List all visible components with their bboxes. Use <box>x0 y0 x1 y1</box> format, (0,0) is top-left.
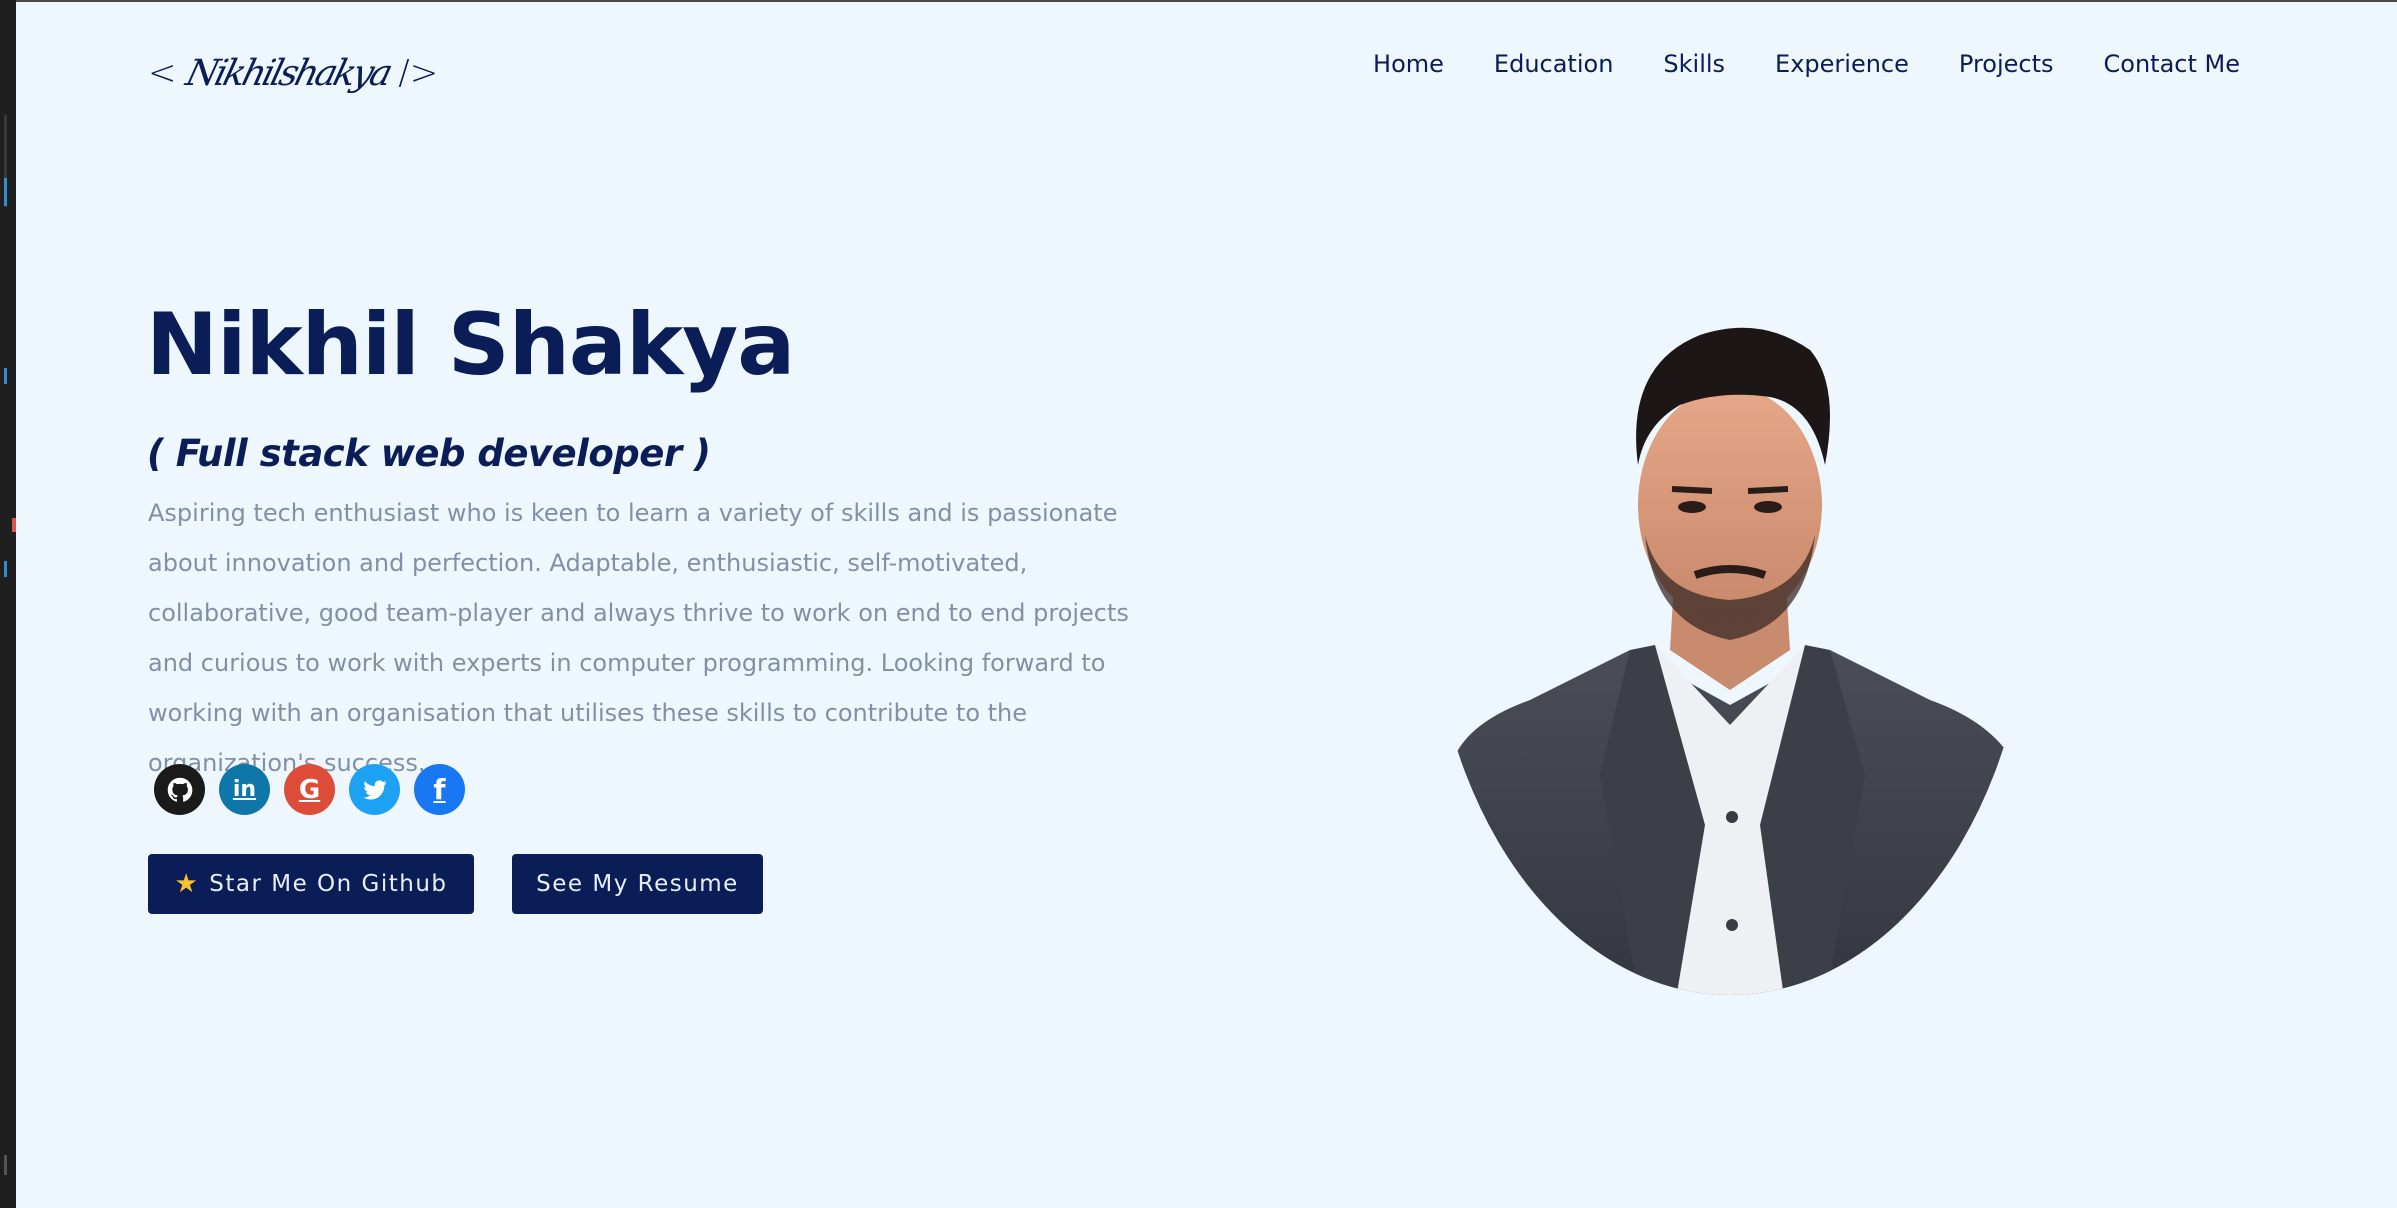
profile-photo <box>1440 327 2020 995</box>
nav-experience[interactable]: Experience <box>1775 50 1909 78</box>
logo-open-bracket: < <box>148 53 177 93</box>
nav-home[interactable]: Home <box>1373 50 1444 78</box>
hero-name: Nikhil Shakya <box>146 295 795 395</box>
star-github-label: Star Me On Github <box>209 871 448 897</box>
top-border <box>16 0 2397 2</box>
github-icon[interactable] <box>154 764 205 815</box>
facebook-icon[interactable]: f <box>414 764 465 815</box>
star-github-button[interactable]: ★ Star Me On Github <box>148 854 474 914</box>
nav-skills[interactable]: Skills <box>1663 50 1725 78</box>
google-glyph: G <box>298 774 321 805</box>
logo-signature: Nikhilshakya <box>181 52 394 94</box>
twitter-icon[interactable] <box>349 764 400 815</box>
facebook-glyph: f <box>433 773 446 806</box>
window-edge-strip <box>0 0 16 1208</box>
linkedin-glyph: in <box>232 777 257 802</box>
star-icon: ★ <box>174 869 200 899</box>
social-links: in G f <box>154 764 465 815</box>
main-nav: Home Education Skills Experience Project… <box>1373 50 2240 78</box>
google-icon[interactable]: G <box>284 764 335 815</box>
nav-contact-me[interactable]: Contact Me <box>2104 50 2240 78</box>
see-resume-button[interactable]: See My Resume <box>512 854 763 914</box>
nav-education[interactable]: Education <box>1494 50 1613 78</box>
nav-projects[interactable]: Projects <box>1959 50 2054 78</box>
logo-close-bracket: /> <box>398 53 439 93</box>
hero-role: ( Full stack web developer ) <box>147 432 711 475</box>
logo-link[interactable]: < Nikhilshakya /> <box>148 38 438 108</box>
hero-description: Aspiring tech enthusiast who is keen to … <box>148 499 1129 777</box>
linkedin-icon[interactable]: in <box>219 764 270 815</box>
see-resume-label: See My Resume <box>536 871 739 897</box>
